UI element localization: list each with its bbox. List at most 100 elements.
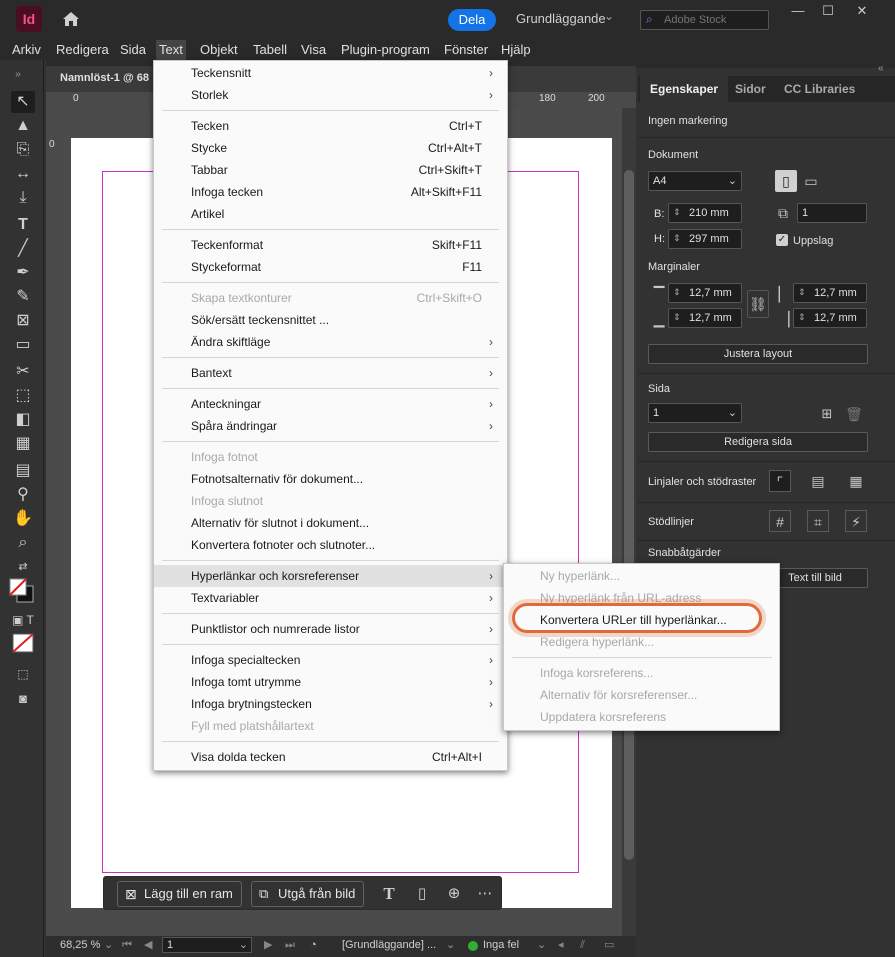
eyedropper-tool-icon[interactable]: ⚲ — [11, 484, 35, 506]
gradient-feather-tool-icon[interactable]: ▦ — [11, 433, 35, 455]
edit-page-button[interactable]: Redigera sida — [648, 432, 868, 452]
content-collector-icon[interactable]: ⤓ — [11, 187, 35, 209]
stepper-icon[interactable]: ⇕ — [798, 283, 806, 301]
document-icon[interactable]: ▯ — [411, 882, 433, 906]
chevron-down-icon[interactable]: ⌄ — [537, 937, 546, 953]
height-field[interactable]: ⇕ 297 mm — [668, 229, 742, 249]
menu-item[interactable]: Infoga brytningstecken › — [154, 693, 507, 715]
menu-item[interactable]: Sök/ersätt teckensnittet ... — [154, 309, 507, 331]
document-tab[interactable]: Namnlöst-1 @ 68 — [60, 72, 149, 84]
direct-selection-tool-icon[interactable]: ▲ — [11, 115, 35, 137]
menu-item[interactable]: Punktlistor och numrerade listor › — [154, 618, 507, 640]
guides-icon[interactable]: # — [769, 510, 791, 532]
add-page-icon[interactable]: ⊕ — [443, 882, 465, 906]
screen-mode-icon[interactable]: ◙ — [11, 688, 35, 710]
menu-item[interactable]: Styckeformat F11 — [154, 256, 507, 278]
gradient-swatch-tool-icon[interactable]: ◧ — [11, 409, 35, 431]
menu-tabell[interactable]: Tabell — [250, 40, 290, 60]
menu-item[interactable]: Textvariabler › — [154, 587, 507, 609]
formatting-container-icon[interactable]: ▣ T — [11, 609, 35, 631]
menu-item[interactable]: Stycke Ctrl+Alt+T — [154, 137, 507, 159]
first-page-icon[interactable]: ⏮ — [122, 937, 132, 953]
menu-item[interactable]: Storlek › — [154, 84, 507, 106]
chevron-down-icon[interactable]: ⌄ — [728, 172, 737, 190]
gap-tool-icon[interactable]: ↔ — [11, 163, 35, 185]
stepper-icon[interactable]: ⇕ — [673, 229, 681, 247]
minimize-icon[interactable]: — — [784, 1, 812, 21]
add-page-icon[interactable]: ⊞ — [816, 403, 838, 425]
margin-right-field[interactable]: ⇕ 12,7 mm — [793, 308, 867, 328]
more-icon[interactable]: ⋯ — [474, 882, 496, 906]
collapse-icon[interactable]: » — [6, 64, 30, 86]
baseline-grid-icon[interactable]: ▤ — [807, 470, 829, 492]
chevron-down-icon[interactable]: ⌄ — [239, 938, 248, 952]
menu-hjalp[interactable]: Hjälp — [498, 40, 534, 60]
landscape-orientation-icon[interactable]: ▭ — [800, 170, 822, 192]
menu-item[interactable]: Spåra ändringar › — [154, 415, 507, 437]
chevron-down-icon[interactable]: ⌄ — [604, 9, 614, 23]
menu-item[interactable]: Alternativ för slutnot i dokument... — [154, 512, 507, 534]
rectangle-frame-tool-icon[interactable]: ⊠ — [11, 310, 35, 332]
menu-text[interactable]: Text — [156, 40, 186, 60]
page-number-field[interactable]: 1 ⌄ — [162, 937, 252, 953]
selection-tool-icon[interactable]: ↖ — [11, 91, 35, 113]
zoom-tool-icon[interactable]: ⌕ — [11, 532, 35, 554]
layout-icon[interactable]: ▭ — [604, 937, 614, 953]
menu-plugin[interactable]: Plugin-program — [338, 40, 433, 60]
split-view-icon[interactable]: ⫽ — [580, 937, 585, 953]
tab-cc-libraries[interactable]: CC Libraries — [774, 76, 865, 102]
menu-item[interactable]: Tecken Ctrl+T — [154, 115, 507, 137]
document-grid-icon[interactable]: ▦ — [845, 470, 867, 492]
view-mode-icon[interactable]: ⬚ — [11, 663, 35, 685]
add-frame-button[interactable]: ⊠ Lägg till en ram — [117, 881, 242, 907]
maximize-icon[interactable]: ☐ — [814, 1, 842, 21]
menu-fonster[interactable]: Fönster — [441, 40, 491, 60]
margin-bottom-field[interactable]: ⇕ 12,7 mm — [668, 308, 742, 328]
menu-item[interactable]: Hyperlänkar och korsreferenser › — [154, 565, 507, 587]
prev-page-icon[interactable]: ◀ — [144, 937, 152, 953]
note-tool-icon[interactable]: ▤ — [11, 460, 35, 482]
pencil-tool-icon[interactable]: ✎ — [11, 286, 35, 308]
last-page-icon[interactable]: ⏭ — [285, 937, 295, 953]
smart-guides-icon[interactable]: ⚡ — [845, 510, 867, 532]
menu-item[interactable]: Tabbar Ctrl+Skift+T — [154, 159, 507, 181]
menu-item[interactable]: Konvertera fotnoter och slutnoter... — [154, 534, 507, 556]
tab-egenskaper[interactable]: Egenskaper — [640, 76, 729, 102]
menu-item[interactable]: Teckenformat Skift+F11 — [154, 234, 507, 256]
page-size-select[interactable]: A4 ⌄ — [648, 171, 742, 191]
left-arrow-icon[interactable]: ◂ — [558, 937, 564, 953]
stepper-icon[interactable]: ⇕ — [673, 203, 681, 221]
pen-tool-icon[interactable]: ✒ — [11, 262, 35, 284]
stock-search-input[interactable] — [664, 12, 764, 27]
menu-objekt[interactable]: Objekt — [197, 40, 241, 60]
trash-icon[interactable]: 🗑 — [843, 403, 865, 425]
swap-colors-icon[interactable]: ⇄ — [11, 556, 35, 578]
menu-item[interactable]: Infoga tecken Alt+Skift+F11 — [154, 181, 507, 203]
line-tool-icon[interactable]: ╱ — [11, 238, 35, 260]
stepper-icon[interactable]: ⇕ — [673, 283, 681, 301]
margin-left-field[interactable]: ⇕ 12,7 mm — [793, 283, 867, 303]
page-tool-icon[interactable]: ⎘ — [11, 139, 35, 161]
fill-stroke-icon[interactable] — [9, 578, 35, 604]
facing-pages-checkbox[interactable]: ✓ — [776, 234, 788, 246]
next-page-icon[interactable]: ▶ — [264, 937, 272, 953]
apply-none-icon[interactable] — [11, 633, 35, 653]
chevron-down-icon[interactable]: ⌄ — [446, 937, 455, 953]
type-tool-icon[interactable]: T — [11, 214, 35, 236]
stepper-icon[interactable]: ⇕ — [673, 308, 681, 326]
link-margins-icon[interactable]: ⛓ — [747, 290, 769, 318]
zoom-chevron-icon[interactable]: ⌄ — [104, 937, 113, 953]
hand-tool-icon[interactable]: ✋ — [11, 508, 35, 530]
tab-sidor[interactable]: Sidor — [725, 76, 776, 102]
margin-top-field[interactable]: ⇕ 12,7 mm — [668, 283, 742, 303]
pages-field[interactable]: 1 — [797, 203, 867, 223]
chevron-down-icon[interactable]: ⌄ — [728, 404, 737, 422]
from-image-button[interactable]: ⧉ Utgå från bild — [251, 881, 365, 907]
share-button[interactable]: Dela — [448, 9, 496, 31]
menu-arkiv[interactable]: Arkiv — [9, 40, 44, 60]
menu-item[interactable]: Ändra skiftläge › — [154, 331, 507, 353]
portrait-orientation-icon[interactable]: ▯ — [775, 170, 797, 192]
lock-guides-icon[interactable]: ⌗ — [807, 510, 829, 532]
workspace-switcher[interactable]: Grundläggande — [516, 11, 606, 26]
menu-item[interactable]: Visa dolda tecken Ctrl+Alt+I — [154, 746, 507, 768]
